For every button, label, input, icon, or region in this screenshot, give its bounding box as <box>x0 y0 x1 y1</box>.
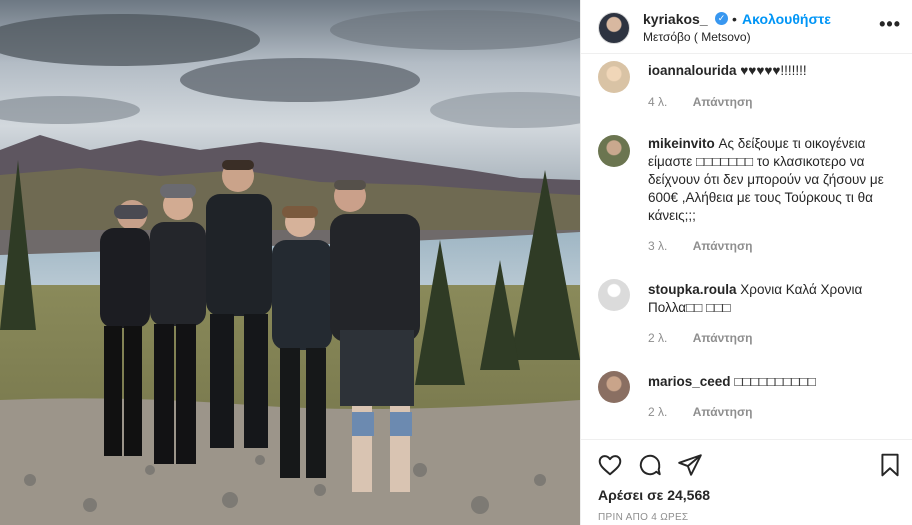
comment-meta: 3 λ. Απάντηση <box>648 239 752 253</box>
commenter-username[interactable]: ioannalourida <box>648 63 737 78</box>
follow-button[interactable]: Ακολουθήστε <box>742 11 831 27</box>
comment-text: marios_ceed □□□□□□□□□□ <box>648 373 898 391</box>
reply-button[interactable]: Απάντηση <box>693 405 753 419</box>
author-avatar[interactable] <box>598 12 630 44</box>
more-options-icon[interactable]: ••• <box>879 14 901 35</box>
bookmark-icon[interactable] <box>877 452 903 478</box>
post-actions: Αρέσει σε 24,568 ΠΡΙΝ ΑΠΟ 4 ΩΡΕΣ <box>581 439 912 525</box>
separator-dot: • <box>732 11 737 27</box>
paper-plane-icon[interactable] <box>677 452 703 478</box>
verified-badge-icon: ✓ <box>715 12 728 25</box>
comment-body: ♥♥♥♥♥!!!!!!! <box>740 63 807 78</box>
comment-age: 4 λ. <box>648 95 668 109</box>
comments-list[interactable]: ioannalourida ♥♥♥♥♥!!!!!!! 4 λ. Απάντηση… <box>581 55 912 439</box>
comment-icon[interactable] <box>637 452 663 478</box>
commenter-avatar[interactable] <box>598 371 630 403</box>
comment-age: 3 λ. <box>648 239 668 253</box>
post-panel: kyriakos_ ✓ • Ακολουθήστε Μετσόβο ( Mets… <box>580 0 912 525</box>
post-timestamp[interactable]: ΠΡΙΝ ΑΠΟ 4 ΩΡΕΣ <box>598 512 688 523</box>
comment-text: mikeinvito Ας δείξουμε τι οικογένεια είμ… <box>648 135 898 225</box>
commenter-avatar[interactable] <box>598 61 630 93</box>
heart-icon[interactable] <box>597 452 623 478</box>
commenter-username[interactable]: stoupka.roula <box>648 282 737 297</box>
post-header: kyriakos_ ✓ • Ακολουθήστε Μετσόβο ( Mets… <box>581 0 912 54</box>
reply-button[interactable]: Απάντηση <box>693 95 753 109</box>
comment-text: ioannalourida ♥♥♥♥♥!!!!!!! <box>648 62 898 80</box>
comment-meta: 4 λ. Απάντηση <box>648 95 752 109</box>
likes-count[interactable]: Αρέσει σε 24,568 <box>598 487 710 503</box>
commenter-username[interactable]: marios_ceed <box>648 374 731 389</box>
comment-text: stoupka.roula Χρονια Καλά Χρονια Πολλα□□… <box>648 281 898 317</box>
comment-meta: 2 λ. Απάντηση <box>648 331 752 345</box>
comment-meta: 2 λ. Απάντηση <box>648 405 752 419</box>
post-photo[interactable] <box>0 0 580 525</box>
photo-scene <box>0 0 580 525</box>
commenter-avatar[interactable] <box>598 135 630 167</box>
commenter-avatar[interactable] <box>598 279 630 311</box>
reply-button[interactable]: Απάντηση <box>693 239 753 253</box>
comment-age: 2 λ. <box>648 405 668 419</box>
comment-body: □□□□□□□□□□ <box>734 374 816 389</box>
comment-age: 2 λ. <box>648 331 668 345</box>
author-username[interactable]: kyriakos_ <box>643 11 708 27</box>
location-link[interactable]: Μετσόβο ( Metsovo) <box>643 30 751 44</box>
commenter-username[interactable]: mikeinvito <box>648 136 715 151</box>
reply-button[interactable]: Απάντηση <box>693 331 753 345</box>
